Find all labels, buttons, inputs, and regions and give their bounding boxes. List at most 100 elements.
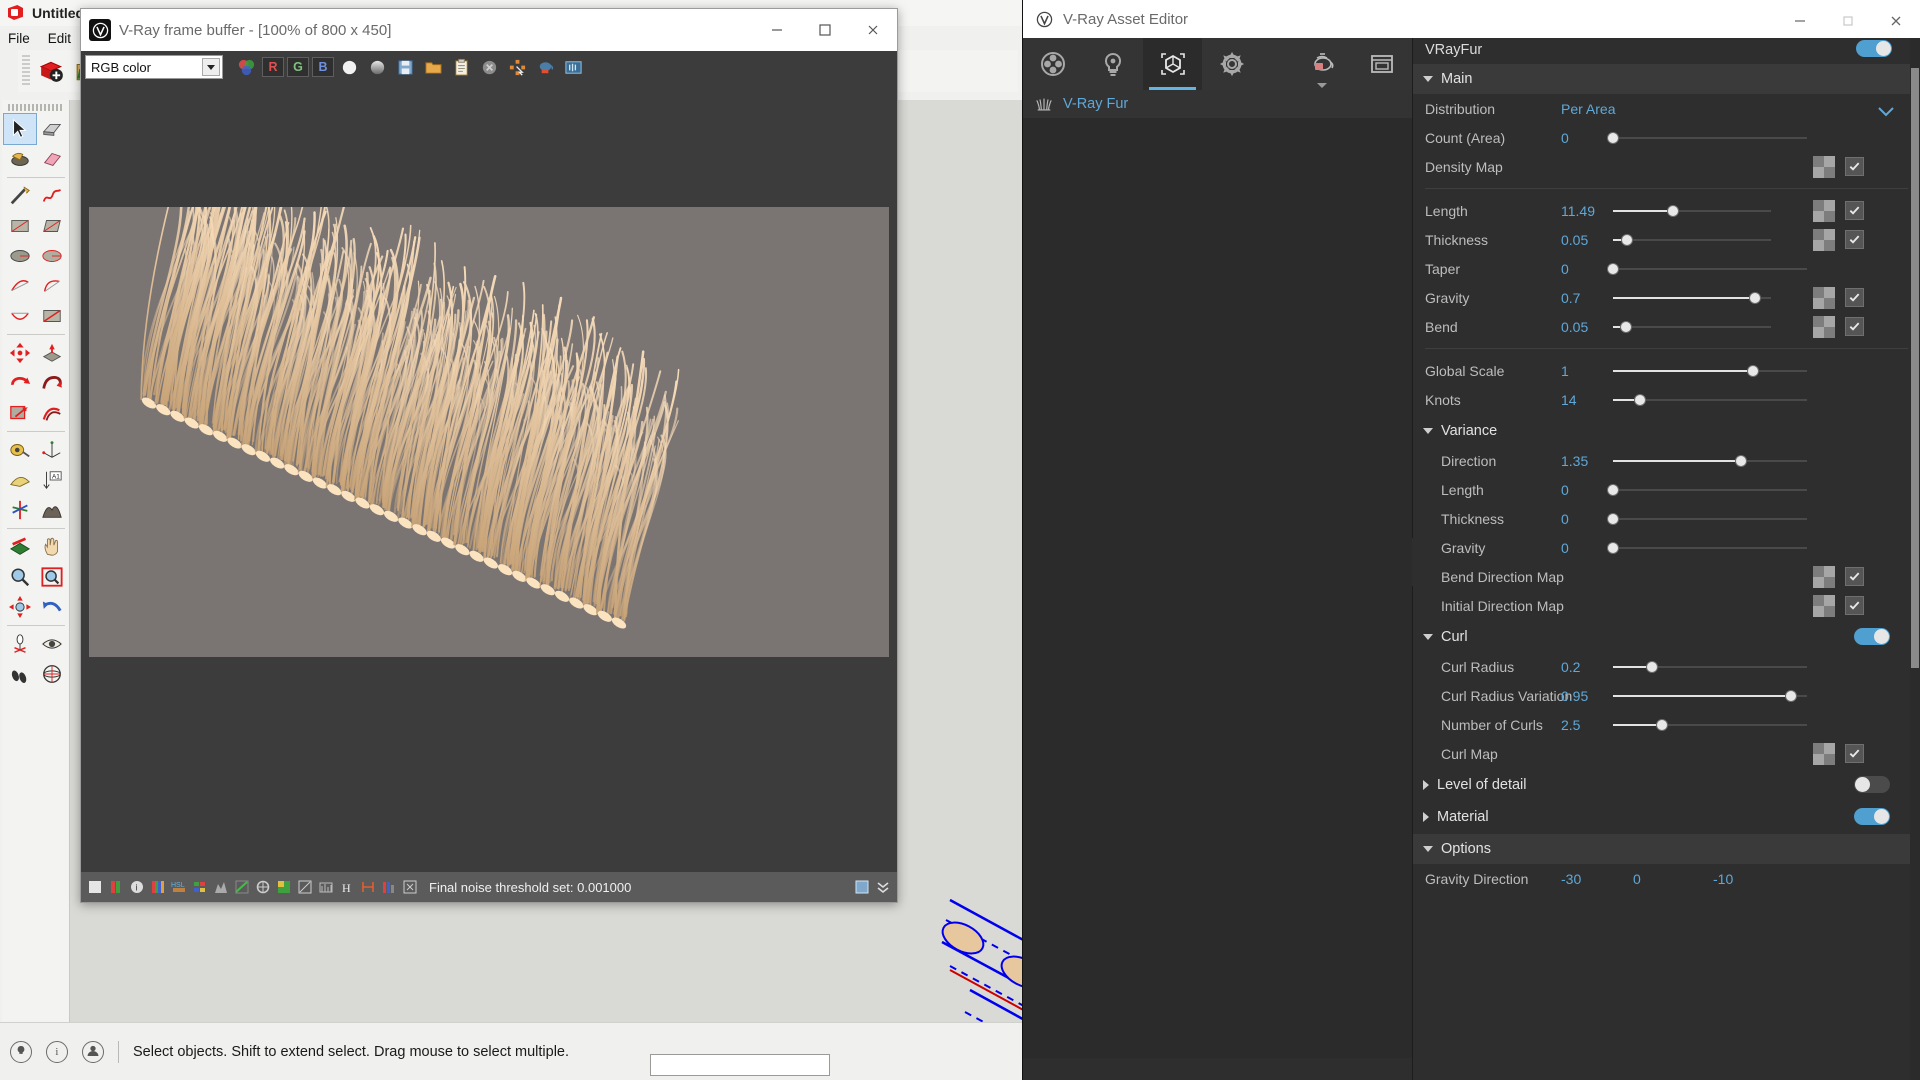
tool-pan[interactable] [36,532,68,562]
section-header-material[interactable]: Material [1413,802,1920,832]
property-slider-curl-radius-variation[interactable] [1613,689,1807,703]
property-slider-count-area[interactable] [1607,131,1807,145]
alpha-white-icon[interactable] [337,55,362,80]
pixel-info-icon[interactable] [402,879,418,895]
property-checkbox-length[interactable] [1845,201,1864,220]
tool-axes[interactable] [36,435,68,465]
tool-orbit[interactable] [36,659,68,689]
property-slider-gravity[interactable] [1613,291,1771,305]
tool-freehand[interactable] [36,181,68,211]
property-value-curl-radius[interactable]: 0.2 [1561,659,1580,675]
property-value-gravity-direction-y[interactable]: 0 [1633,871,1641,887]
tool-protractor[interactable] [4,465,36,495]
property-value-number-of-curls[interactable]: 2.5 [1561,717,1580,733]
tool-dimension[interactable]: A1 [36,465,68,495]
tool-scale[interactable] [4,398,36,428]
tool-zoom[interactable] [4,562,36,592]
chevron-down-icon[interactable] [1878,104,1894,122]
open-image-icon[interactable] [421,55,446,80]
menu-edit[interactable]: Edit [48,31,71,46]
vae-minimize-button[interactable] [1776,0,1824,42]
tool-three-point-arc[interactable] [36,301,68,331]
property-value-taper[interactable]: 0 [1561,261,1569,277]
exposure-icon[interactable] [108,879,124,895]
tool-move[interactable] [4,338,36,368]
vfb-close-button[interactable] [849,9,897,51]
histogram-icon[interactable] [381,879,397,895]
palette-grip[interactable] [7,104,64,111]
tool-walk[interactable] [4,659,36,689]
property-value-gravity-direction-z[interactable]: -10 [1713,871,1733,887]
asset-list[interactable]: V-Ray Fur [1023,90,1412,1058]
levels-icon[interactable] [213,879,229,895]
lut-icon[interactable] [234,879,250,895]
property-slider-knots[interactable] [1613,393,1807,407]
property-checkbox-bend[interactable] [1845,317,1864,336]
tool-eraser[interactable] [36,114,68,144]
settings-tab[interactable] [1202,38,1262,90]
curl-toggle[interactable] [1854,628,1890,645]
tool-line[interactable] [4,181,36,211]
tool-zoom-window[interactable] [36,562,68,592]
section-header-main[interactable]: Main [1413,64,1920,94]
tool-push-pull[interactable] [36,338,68,368]
tool-offset[interactable] [36,398,68,428]
property-value-gravity-direction-x[interactable]: -30 [1561,871,1581,887]
color-balance-icon[interactable] [150,879,166,895]
account-icon[interactable] [82,1040,104,1063]
blue-channel-button[interactable]: B [312,57,334,77]
green-channel-button[interactable]: G [287,57,309,77]
property-value-thickness[interactable]: 0.05 [1561,232,1588,248]
asset-list-item[interactable]: V-Ray Fur [1023,90,1412,118]
property-checkbox-bend-direction-map[interactable] [1845,567,1864,586]
tool-paint-bucket[interactable] [4,144,36,174]
property-slider-gravity[interactable] [1607,541,1807,555]
property-value-knots[interactable]: 14 [1561,392,1577,408]
section-header-curl[interactable]: Curl [1413,622,1920,652]
property-value-bend[interactable]: 0.05 [1561,319,1588,335]
vfb-maximize-button[interactable] [801,9,849,51]
vfb-canvas[interactable] [81,83,897,872]
tool-pie[interactable] [4,301,36,331]
lens-effects-icon[interactable] [318,879,334,895]
channel-select[interactable]: RGB color [85,55,223,79]
hue-icon[interactable]: H [339,879,355,895]
property-checkbox-thickness[interactable] [1845,230,1864,249]
vae-properties-pane[interactable]: VRayFur Main Distribution Per Area Count (… [1413,38,1920,1080]
material-toggle[interactable] [1854,808,1890,825]
info-icon[interactable]: i [129,879,145,895]
property-map-button-thickness[interactable] [1813,229,1835,251]
property-slider-length[interactable] [1607,483,1807,497]
vae-close-button[interactable] [1872,0,1920,42]
property-checkbox-density-map[interactable] [1845,157,1864,176]
property-value-direction[interactable]: 1.35 [1561,453,1588,469]
property-map-button-gravity[interactable] [1813,287,1835,309]
chevron-down-icon[interactable] [1317,83,1328,88]
region-render-icon[interactable] [505,55,530,80]
ocio-icon[interactable] [255,879,271,895]
property-value-distribution[interactable]: Per Area [1561,101,1615,117]
tool-rectangle[interactable] [4,211,36,241]
red-channel-button[interactable]: R [262,57,284,77]
scrollbar-thumb[interactable] [1911,68,1919,668]
property-value-gravity[interactable]: 0.7 [1561,290,1580,306]
vfb-minimize-button[interactable] [753,9,801,51]
section-header-variance[interactable]: Variance [1413,416,1920,446]
clipboard-icon[interactable] [449,55,474,80]
hsl-icon[interactable]: HSL [171,879,187,895]
property-slider-taper[interactable] [1607,262,1807,276]
tips-icon[interactable] [10,1040,32,1063]
rendered-image[interactable] [89,207,889,657]
save-image-icon[interactable] [393,55,418,80]
vae-maximize-button[interactable] [1824,0,1872,42]
color-channels-icon[interactable] [234,55,259,80]
property-value-gravity[interactable]: 0 [1561,540,1569,556]
bloom-glare-icon[interactable] [297,879,313,895]
property-slider-thickness[interactable] [1613,233,1771,247]
property-map-button-density-map[interactable] [1813,156,1835,178]
geometry-tab[interactable] [1142,38,1203,90]
tool-tape-measure[interactable] [4,435,36,465]
property-value-length[interactable]: 11.49 [1561,203,1595,219]
background-icon[interactable] [276,879,292,895]
frame-buffer-tab[interactable] [1352,38,1412,90]
